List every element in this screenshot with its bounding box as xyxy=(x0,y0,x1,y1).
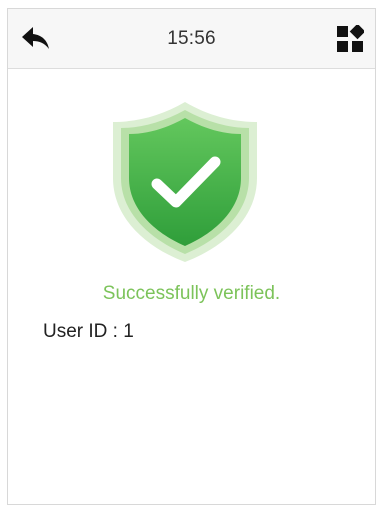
user-id-line: User ID : 1 xyxy=(43,321,134,343)
shield-checkmark-icon xyxy=(113,102,257,262)
clock-time: 15:56 xyxy=(167,28,216,49)
verification-result: Successfully verified. User ID : 1 xyxy=(8,69,375,505)
top-bar: 15:56 xyxy=(8,9,375,69)
device-screen: 15:56 Successfully verified. User ID: 1 xyxy=(7,8,376,505)
menu-button[interactable] xyxy=(333,23,367,55)
user-id-label: User ID : xyxy=(43,321,118,342)
user-id-value: 1 xyxy=(123,321,134,342)
grid-menu-icon xyxy=(337,25,364,52)
success-message: Successfully verified. xyxy=(102,283,281,304)
